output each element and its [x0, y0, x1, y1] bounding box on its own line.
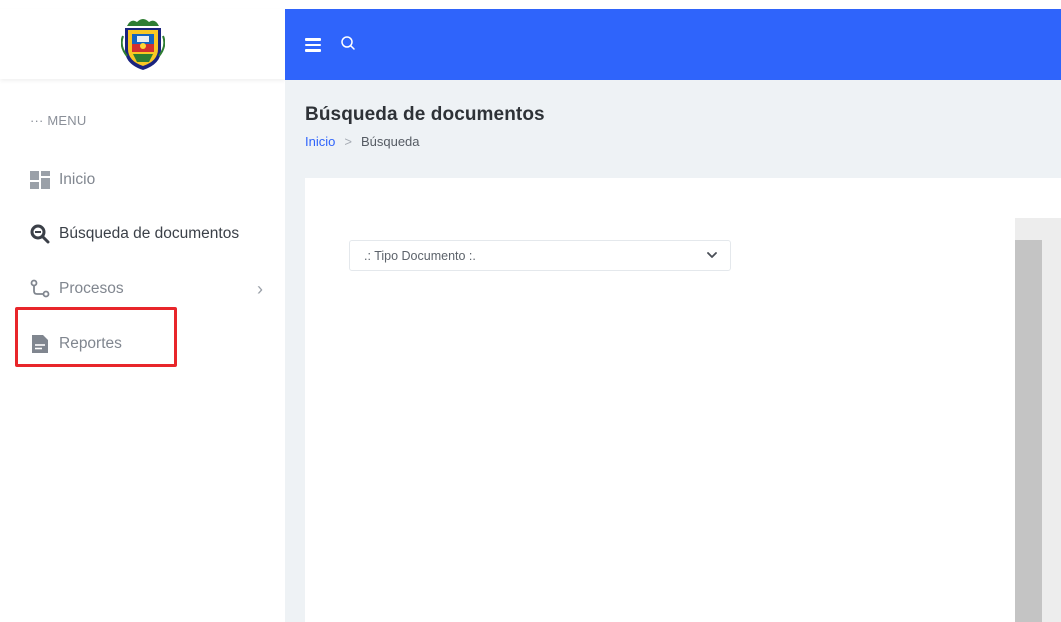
- sidebar-item-busqueda[interactable]: Búsqueda de documentos: [29, 221, 239, 247]
- chevron-right-icon: ›: [257, 278, 263, 299]
- sidebar: ··· MENU Inicio Búsqueda de documentos P…: [0, 9, 285, 622]
- breadcrumb: Inicio > Búsqueda: [305, 134, 420, 149]
- search-icon[interactable]: [337, 32, 361, 56]
- sidebar-item-inicio[interactable]: Inicio: [29, 167, 95, 193]
- top-header: [285, 9, 1061, 80]
- hamburger-icon[interactable]: [305, 38, 321, 52]
- main-content: Búsqueda de documentos Inicio > Búsqueda…: [285, 80, 1061, 622]
- breadcrumb-current: Búsqueda: [360, 134, 420, 149]
- document-viewer-page: [1015, 240, 1042, 622]
- sidebar-item-label: Procesos: [59, 280, 124, 297]
- breadcrumb-home-link[interactable]: Inicio: [305, 134, 335, 149]
- top-strip: [0, 0, 1061, 9]
- logo-area: [0, 9, 285, 79]
- process-icon: [29, 279, 51, 299]
- page-title: Búsqueda de documentos: [305, 104, 545, 125]
- dashboard-icon: [29, 170, 51, 190]
- search-icon: [29, 224, 51, 244]
- menu-section-title: ··· MENU: [30, 113, 87, 128]
- sidebar-item-label: Inicio: [59, 171, 96, 188]
- chevron-down-icon: [707, 252, 717, 258]
- highlight-box: [15, 307, 177, 367]
- sidebar-item-label: Búsqueda de documentos: [59, 225, 240, 242]
- sidebar-item-procesos[interactable]: Procesos ›: [29, 276, 269, 302]
- select-value: .: Tipo Documento :.: [364, 248, 476, 263]
- search-card: .: Tipo Documento :.: [305, 178, 1061, 622]
- municipal-coat-of-arms-logo: [120, 19, 165, 70]
- document-type-select[interactable]: .: Tipo Documento :.: [349, 240, 731, 271]
- breadcrumb-separator: >: [344, 134, 352, 149]
